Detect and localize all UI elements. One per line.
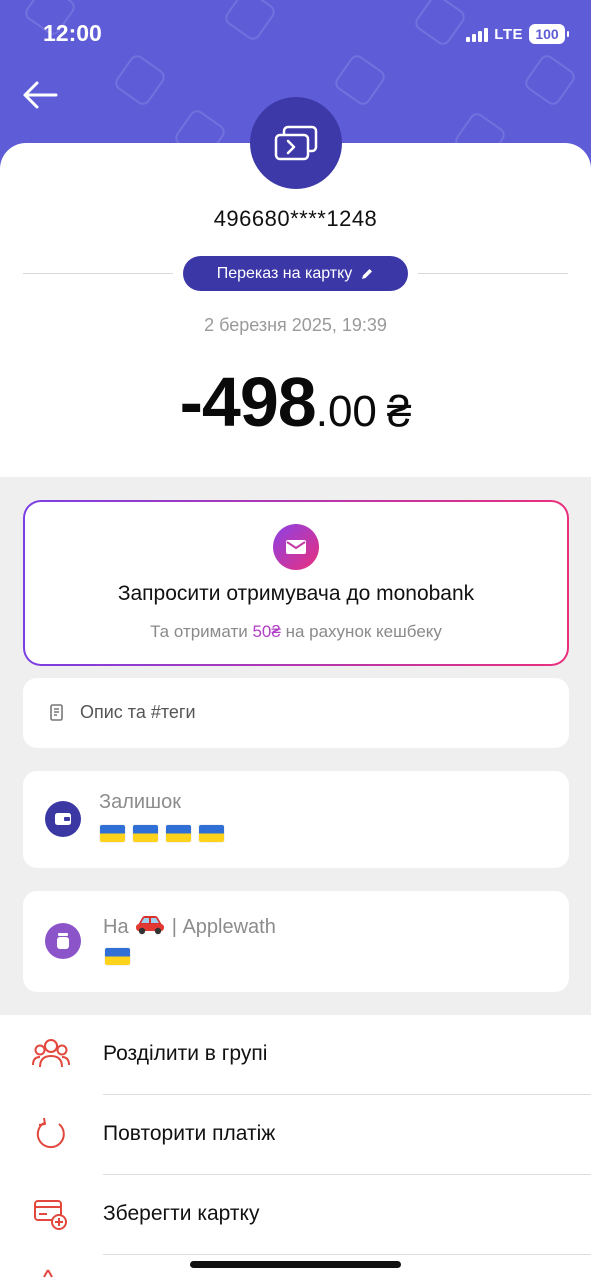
action-label: Зберегти картку	[103, 1202, 260, 1225]
battery-icon: 100	[529, 24, 569, 44]
jar-title: На | Applewath	[103, 913, 276, 939]
divider	[418, 273, 568, 274]
actions-list: Розділити в групі Повторити платіж Збере…	[0, 1015, 591, 1280]
pattern-decoration	[332, 52, 388, 108]
jar-icon	[45, 923, 81, 959]
transaction-type-button[interactable]: Переказ на картку	[183, 256, 408, 291]
ukraine-flag	[100, 825, 125, 842]
description-label: Опис та #теги	[80, 702, 196, 722]
status-time: 12:00	[43, 20, 102, 46]
invite-title: Запросити отримувача до monobank	[117, 582, 475, 605]
description-tags-field[interactable]: Опис та #теги	[23, 678, 569, 748]
envelope-icon	[273, 524, 319, 570]
action-label: Розділити в групі	[103, 1042, 268, 1065]
repeat-icon	[36, 1117, 65, 1149]
group-people-icon	[32, 1039, 70, 1068]
network-label: LTE	[494, 25, 523, 43]
pattern-decoration	[412, 0, 468, 48]
invite-subtitle: Та отримати 50₴ на рахунок кешбеку	[25, 622, 567, 642]
status-icons: LTE 100	[466, 24, 569, 44]
invite-sub-after: на рахунок кешбеку	[285, 622, 442, 641]
divider	[103, 1254, 591, 1255]
transfer-avatar	[250, 97, 342, 189]
arrow-left-icon	[23, 81, 58, 109]
jar-flags	[105, 948, 130, 965]
pencil-icon	[362, 268, 373, 279]
currency-symbol: ₴	[386, 387, 412, 436]
balance-jar-card[interactable]: Залишок	[23, 771, 569, 868]
signal-icon	[466, 26, 489, 42]
jar-title-prefix: На	[103, 916, 129, 938]
repeat-payment-button[interactable]: Повторити платіж	[0, 1095, 591, 1175]
note-icon	[50, 704, 63, 721]
invite-sub-before: Та отримати	[150, 622, 248, 641]
balance-flags	[100, 825, 224, 842]
transaction-amount: -498.00 ₴	[0, 362, 591, 442]
pattern-decoration	[112, 52, 168, 108]
card-number: 496680****1248	[213, 206, 378, 231]
invite-recipient-card[interactable]: Запросити отримувача до monobank Та отри…	[23, 500, 569, 666]
ukraine-flag	[105, 948, 130, 965]
balance-title: Залишок	[99, 791, 181, 813]
invite-cashback-amount: 50₴	[252, 622, 281, 641]
ukraine-flag	[166, 825, 191, 842]
card-add-icon	[34, 1200, 67, 1230]
home-indicator	[190, 1261, 401, 1268]
ukraine-flag	[199, 825, 224, 842]
transaction-date: 2 березня 2025, 19:39	[204, 315, 387, 335]
next-action-icon-partial	[42, 1267, 54, 1280]
amount-decimal: .00	[315, 387, 377, 436]
ukraine-flag	[133, 825, 158, 842]
amount-main: -498	[179, 363, 317, 441]
pattern-decoration	[222, 0, 278, 43]
car-emoji	[136, 916, 165, 935]
action-label: Повторити платіж	[103, 1122, 276, 1145]
divider	[23, 273, 173, 274]
save-card-button[interactable]: Зберегти картку	[0, 1175, 591, 1255]
transaction-type-label: Переказ на картку	[216, 264, 353, 282]
card-transfer-icon	[274, 125, 318, 161]
savings-jar-card[interactable]: На | Applewath	[23, 891, 569, 992]
battery-level: 100	[535, 26, 559, 42]
back-button[interactable]	[20, 78, 60, 112]
jar-title-suffix: | Applewath	[171, 916, 276, 938]
pattern-decoration	[522, 52, 578, 108]
split-in-group-button[interactable]: Розділити в групі	[0, 1015, 591, 1095]
wallet-icon	[45, 801, 81, 837]
